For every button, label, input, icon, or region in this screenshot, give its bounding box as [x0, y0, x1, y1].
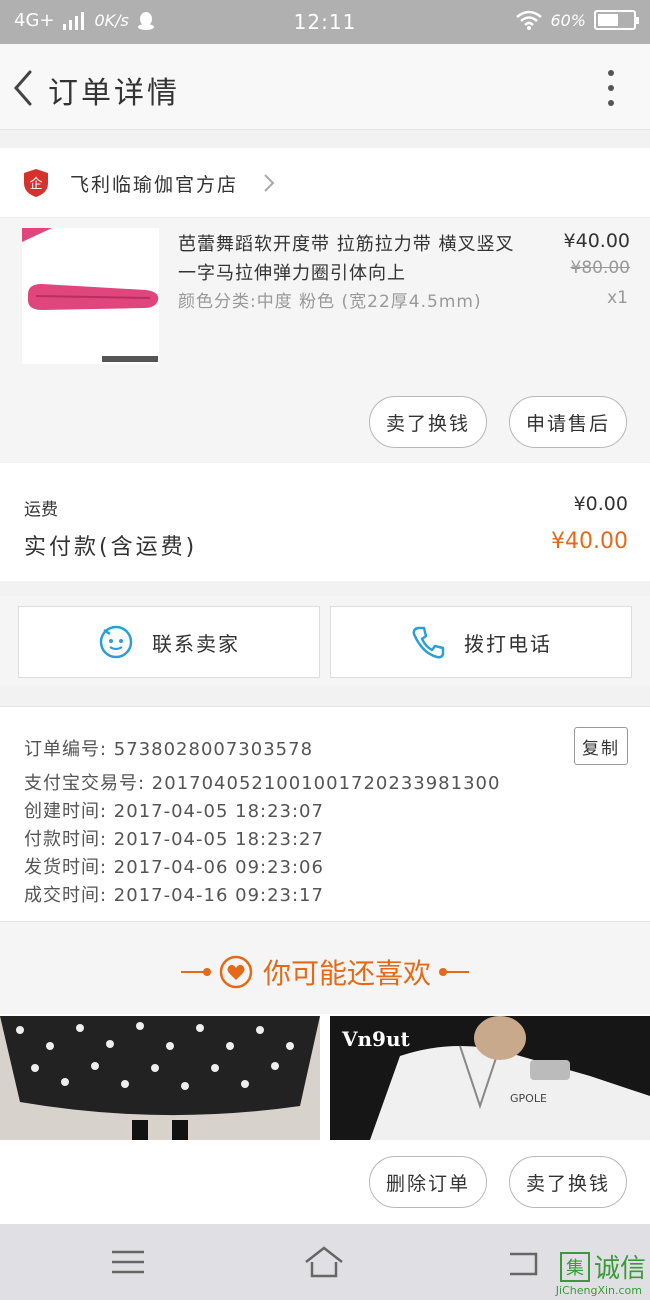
recommend-item-jacket[interactable]: Vn9ut GPOLE: [330, 1016, 650, 1140]
resell-button[interactable]: 卖了换钱: [369, 396, 487, 448]
shirt-print-text: GPOLE: [510, 1092, 547, 1105]
chevron-right-icon: [264, 174, 275, 192]
contact-bar: 联系卖家 拨打电话: [0, 596, 650, 686]
wifi-icon: [516, 10, 543, 30]
store-badge-icon: 企: [24, 169, 48, 197]
phone-icon: [412, 626, 445, 659]
watermark-url: JiChengXin.com: [555, 1284, 642, 1297]
product-price: ¥40.00: [563, 230, 630, 252]
jacket-brand-text: Vn9ut: [341, 1027, 411, 1051]
delete-order-button[interactable]: 删除订单: [369, 1156, 487, 1208]
contact-seller-button[interactable]: 联系卖家: [18, 606, 320, 678]
page-header: 订单详情: [0, 44, 650, 130]
denim-jacket-image: Vn9ut GPOLE: [330, 1016, 650, 1140]
status-bar: 4G+ 0K/s 12:11 60%: [0, 0, 650, 44]
product-original-price: ¥80.00: [570, 258, 630, 278]
home-icon[interactable]: [304, 1244, 344, 1280]
shipping-value: ¥0.00: [573, 493, 628, 515]
call-label: 拨打电话: [464, 631, 552, 656]
created-time: 创建时间: 2017-04-05 18:23:07: [24, 801, 324, 822]
watermark-box: 集: [559, 1251, 590, 1282]
paid-time: 付款时间: 2017-04-05 18:23:27: [24, 829, 324, 850]
product-spec: 颜色分类:中度 粉色 (宽22厚4.5mm): [178, 292, 482, 312]
contact-seller-label: 联系卖家: [152, 631, 240, 656]
alipay-transaction-number: 支付宝交易号: 2017040521001001720233981300: [24, 773, 501, 794]
recommend-item-dress[interactable]: [0, 1016, 320, 1140]
resell-button-bottom[interactable]: 卖了换钱: [509, 1156, 627, 1208]
more-menu-icon[interactable]: [606, 70, 616, 106]
bottom-actions: 删除订单 卖了换钱: [0, 1142, 650, 1224]
divider-right: [439, 968, 469, 976]
back-nav-icon[interactable]: [506, 1244, 546, 1280]
copy-button[interactable]: 复制: [574, 727, 628, 765]
fee-summary: 运费 ¥0.00 实付款(含运费) ¥40.00: [0, 463, 650, 581]
product-thumbnail[interactable]: [22, 228, 159, 364]
product-title: 芭蕾舞蹈软开度带 拉筋拉力带 横叉竖叉一字马拉伸弹力圈引体向上: [178, 234, 515, 284]
paid-value: ¥40.00: [551, 529, 628, 554]
shipping-label: 运费: [24, 500, 58, 520]
order-number: 订单编号: 5738028007303578: [24, 739, 314, 760]
store-badge-text: 企: [29, 176, 42, 192]
watermark-text: 诚信: [593, 1254, 646, 1284]
battery-icon: [594, 10, 639, 30]
back-icon[interactable]: [10, 68, 40, 108]
store-row[interactable]: 企 飞利临瑜伽官方店: [0, 148, 650, 218]
page-title: 订单详情: [48, 76, 180, 111]
shipped-time: 发货时间: 2017-04-06 09:23:06: [24, 857, 324, 878]
recommend-title: 你可能还喜欢: [262, 957, 431, 990]
polka-dot-skirt-image: [0, 1016, 320, 1140]
chat-bubble-icon: [99, 625, 133, 659]
product-quantity: x1: [607, 288, 628, 308]
recommend-header: 你可能还喜欢: [0, 922, 650, 1014]
battery-percent: 60%: [550, 10, 586, 30]
order-info: 订单编号: 5738028007303578 支付宝交易号: 201704052…: [0, 706, 650, 922]
resistance-band-image: [22, 228, 159, 364]
system-nav-bar: 集 诚信 JiChengXin.com: [0, 1224, 650, 1300]
store-name[interactable]: 飞利临瑜伽官方店: [70, 170, 238, 197]
watermark-logo: 集 诚信: [559, 1248, 646, 1285]
after-sale-button[interactable]: 申请售后: [509, 396, 627, 448]
divider-left: [180, 968, 211, 976]
paid-label: 实付款(含运费): [24, 535, 198, 560]
heart-icon: [219, 955, 253, 989]
menu-icon[interactable]: [108, 1244, 148, 1280]
completed-time: 成交时间: 2017-04-16 09:23:17: [24, 885, 324, 906]
call-button[interactable]: 拨打电话: [330, 606, 632, 678]
recommend-list: Vn9ut GPOLE: [0, 1014, 650, 1142]
